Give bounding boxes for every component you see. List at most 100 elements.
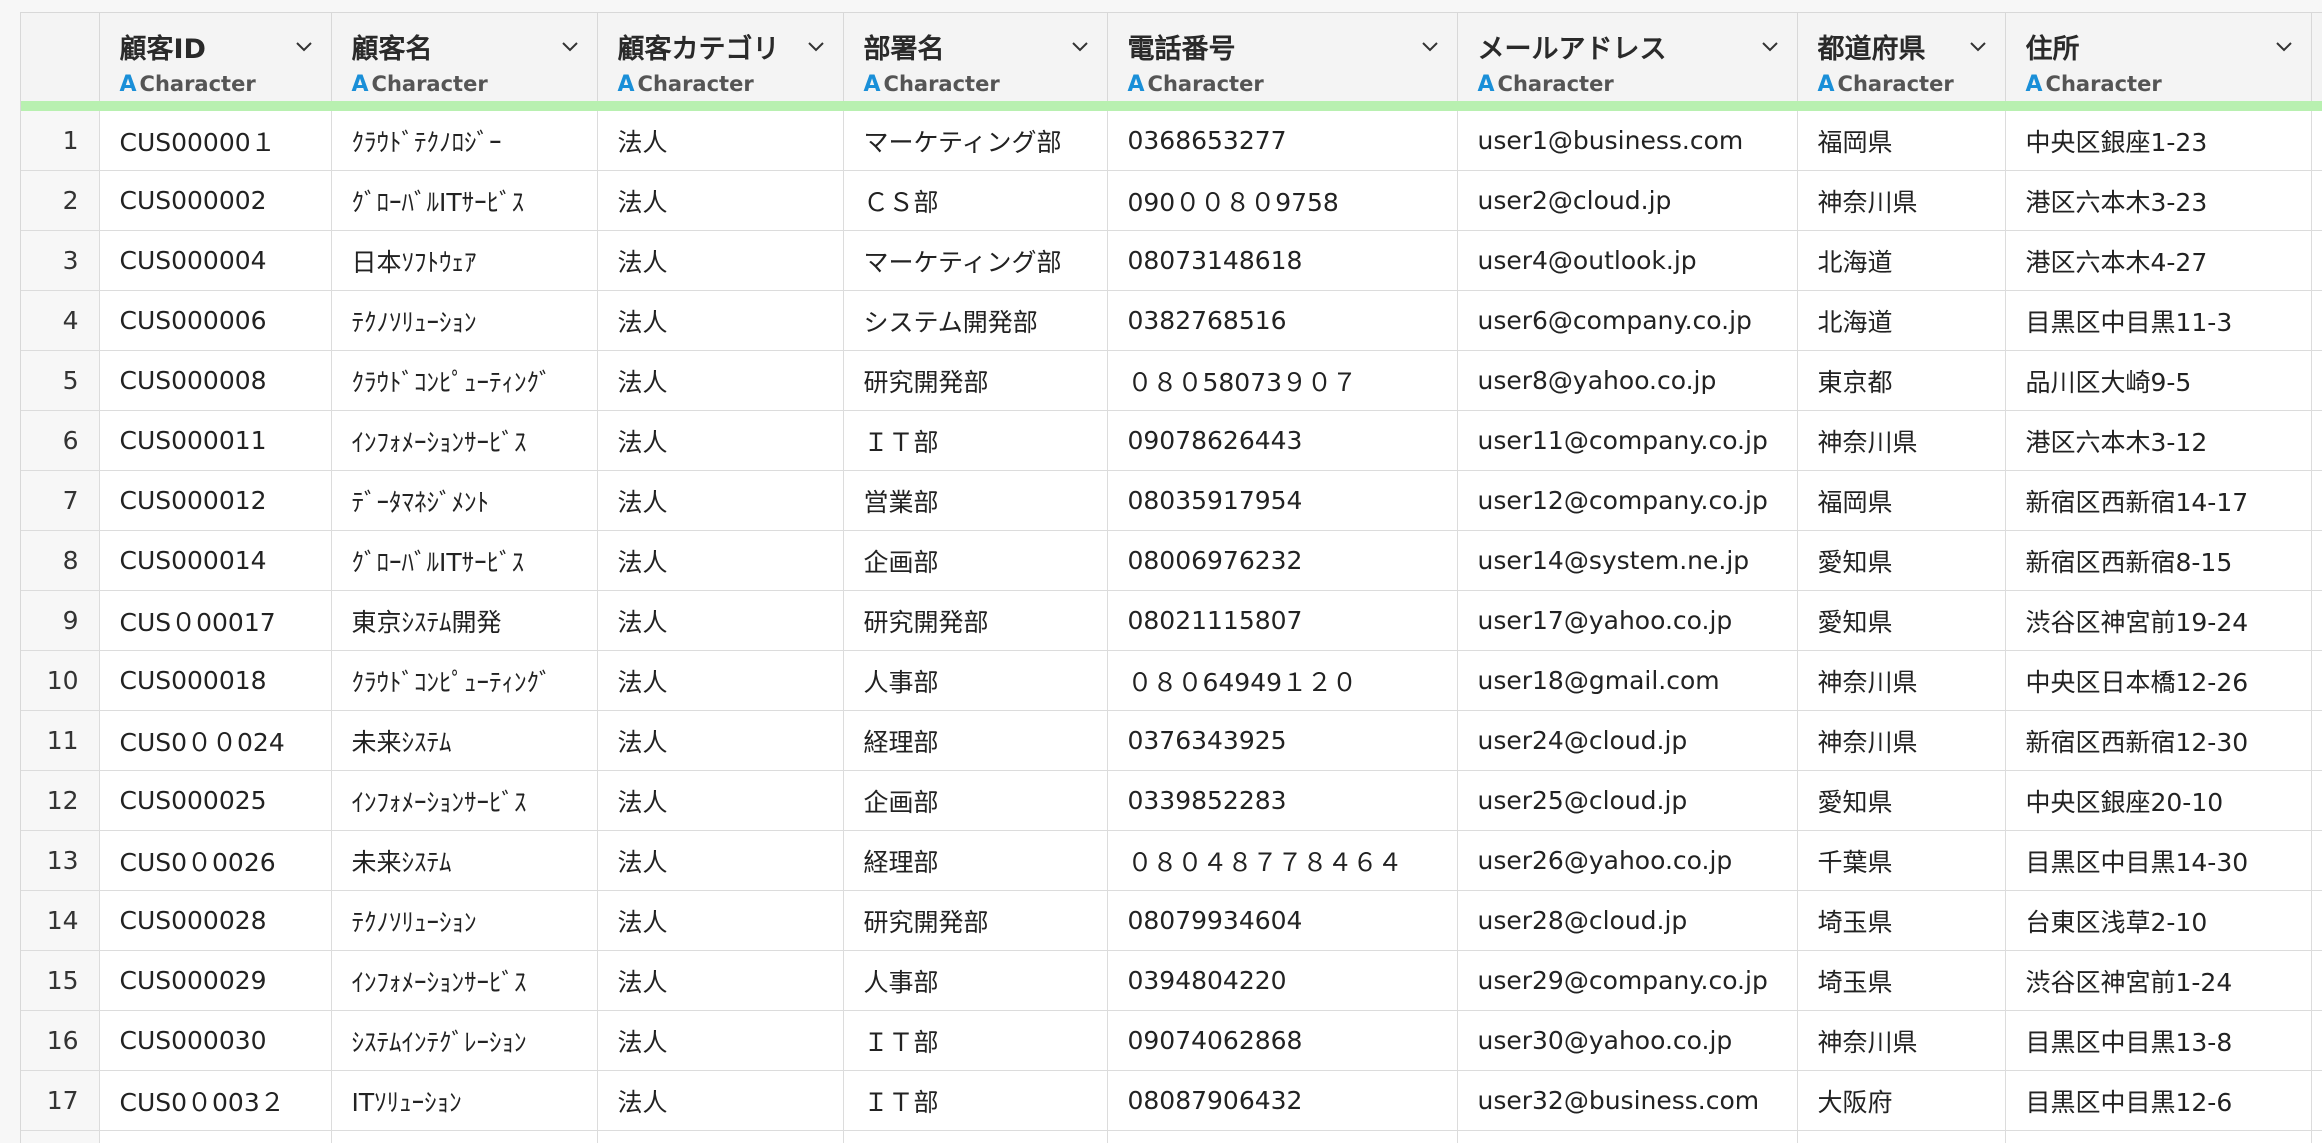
table-cell[interactable]: 08006976232 bbox=[1107, 531, 1457, 591]
table-cell[interactable]: 08087906432 bbox=[1107, 1071, 1457, 1131]
table-cell[interactable]: 埼玉県 bbox=[1797, 951, 2005, 1011]
table-cell[interactable]: 08035917954 bbox=[1107, 471, 1457, 531]
table-cell[interactable]: user24@cloud.jp bbox=[1457, 711, 1797, 771]
table-cell[interactable]: 0382768516 bbox=[1107, 291, 1457, 351]
chevron-down-icon[interactable] bbox=[293, 35, 315, 57]
table-cell[interactable] bbox=[331, 1131, 597, 1143]
table-cell[interactable]: user11@company.co.jp bbox=[1457, 411, 1797, 471]
table-cell[interactable]: 神奈川県 bbox=[1797, 711, 2005, 771]
table-cell[interactable]: ｸﾗｳﾄﾞｺﾝﾋﾟｭｰﾃｨﾝｸﾞ bbox=[331, 351, 597, 411]
table-cell[interactable]: 0368653277 bbox=[1107, 106, 1457, 171]
table-cell[interactable]: 研究開発部 bbox=[843, 351, 1107, 411]
table-cell[interactable]: 新宿区西新宿8-15 bbox=[2005, 531, 2311, 591]
table-row[interactable]: 14CUS000028ﾃｸﾉｿﾘｭｰｼｮﾝ法人研究開発部08079934604u… bbox=[21, 891, 2322, 951]
table-cell[interactable]: CUS000018 bbox=[99, 651, 331, 711]
table-cell[interactable]: 愛知県 bbox=[1797, 531, 2005, 591]
table-cell[interactable]: ｸﾗｳﾄﾞﾃｸﾉﾛｼﾞｰ bbox=[331, 106, 597, 171]
table-cell[interactable]: 北海道 bbox=[1797, 231, 2005, 291]
table-cell[interactable]: 法人 bbox=[597, 291, 843, 351]
table-cell[interactable]: CUS000012 bbox=[99, 471, 331, 531]
table-row[interactable]: 10CUS000018ｸﾗｳﾄﾞｺﾝﾋﾟｭｰﾃｨﾝｸﾞ法人人事部０８０64949… bbox=[21, 651, 2322, 711]
table-cell[interactable]: 09078626443 bbox=[1107, 411, 1457, 471]
table-cell[interactable]: 台東区浅草2-10 bbox=[2005, 891, 2311, 951]
column-header-partial[interactable] bbox=[2311, 13, 2322, 106]
table-cell[interactable]: 神奈川県 bbox=[1797, 651, 2005, 711]
table-cell[interactable]: ｼｽﾃﾑｲﾝﾃｸﾞﾚｰｼｮﾝ bbox=[331, 1011, 597, 1071]
table-cell[interactable]: 企画部 bbox=[843, 531, 1107, 591]
table-cell[interactable]: 法人 bbox=[597, 831, 843, 891]
table-cell[interactable]: 中央区銀座20-10 bbox=[2005, 771, 2311, 831]
table-cell[interactable]: 東京ｼｽﾃﾑ開発 bbox=[331, 591, 597, 651]
table-cell[interactable]: ﾃｸﾉｿﾘｭｰｼｮﾝ bbox=[331, 891, 597, 951]
table-cell[interactable]: 法人 bbox=[597, 951, 843, 1011]
table-cell[interactable]: 経理部 bbox=[843, 711, 1107, 771]
table-row[interactable]: 17CUS0０003２ITｿﾘｭｰｼｮﾝ法人ＩＴ部08087906432user… bbox=[21, 1071, 2322, 1131]
table-cell-partial[interactable] bbox=[2311, 771, 2322, 831]
table-cell[interactable]: ｲﾝﾌｫﾒｰｼｮﾝｻｰﾋﾞｽ bbox=[331, 771, 597, 831]
table-cell[interactable]: 法人 bbox=[597, 351, 843, 411]
table-cell[interactable]: user17@yahoo.co.jp bbox=[1457, 591, 1797, 651]
chevron-down-icon[interactable] bbox=[1759, 35, 1781, 57]
table-cell[interactable]: 法人 bbox=[597, 711, 843, 771]
table-cell[interactable]: CUS000014 bbox=[99, 531, 331, 591]
table-cell[interactable]: CUS000008 bbox=[99, 351, 331, 411]
table-cell[interactable]: 研究開発部 bbox=[843, 891, 1107, 951]
table-row[interactable]: 3CUS000004日本ｿﾌﾄｳｪｱ法人マーケティング部08073148618u… bbox=[21, 231, 2322, 291]
table-cell[interactable]: CUS00000１ bbox=[99, 106, 331, 171]
chevron-down-icon[interactable] bbox=[1967, 35, 1989, 57]
table-cell[interactable]: ﾃﾞｰﾀﾏﾈｼﾞﾒﾝﾄ bbox=[331, 471, 597, 531]
table-cell[interactable]: 目黒区中目黒12-6 bbox=[2005, 1071, 2311, 1131]
table-row[interactable]: 8CUS000014ｸﾞﾛｰﾊﾞﾙITｻｰﾋﾞｽ法人企画部08006976232… bbox=[21, 531, 2322, 591]
table-cell[interactable]: 法人 bbox=[597, 106, 843, 171]
table-cell[interactable]: 神奈川県 bbox=[1797, 411, 2005, 471]
table-cell-partial[interactable] bbox=[2311, 891, 2322, 951]
table-cell[interactable]: ｸﾗｳﾄﾞｺﾝﾋﾟｭｰﾃｨﾝｸﾞ bbox=[331, 651, 597, 711]
table-row[interactable] bbox=[21, 1131, 2322, 1143]
table-cell[interactable]: 神奈川県 bbox=[1797, 171, 2005, 231]
table-row[interactable]: 4CUS000006ﾃｸﾉｿﾘｭｰｼｮﾝ法人システム開発部0382768516u… bbox=[21, 291, 2322, 351]
table-cell[interactable]: 法人 bbox=[597, 531, 843, 591]
table-row[interactable]: 9CUS０00017東京ｼｽﾃﾑ開発法人研究開発部08021115807user… bbox=[21, 591, 2322, 651]
table-cell[interactable]: user4@outlook.jp bbox=[1457, 231, 1797, 291]
table-cell[interactable]: ｲﾝﾌｫﾒｰｼｮﾝｻｰﾋﾞｽ bbox=[331, 951, 597, 1011]
table-cell[interactable]: 未来ｼｽﾃﾑ bbox=[331, 711, 597, 771]
table-cell[interactable]: 法人 bbox=[597, 231, 843, 291]
table-cell[interactable]: ｲﾝﾌｫﾒｰｼｮﾝｻｰﾋﾞｽ bbox=[331, 411, 597, 471]
table-cell[interactable]: 目黒区中目黒14-30 bbox=[2005, 831, 2311, 891]
table-cell-partial[interactable] bbox=[2311, 106, 2322, 171]
table-cell[interactable]: user25@cloud.jp bbox=[1457, 771, 1797, 831]
table-cell[interactable]: 愛知県 bbox=[1797, 591, 2005, 651]
table-cell[interactable]: 09074062868 bbox=[1107, 1011, 1457, 1071]
table-cell[interactable]: 渋谷区神宮前19-24 bbox=[2005, 591, 2311, 651]
table-row[interactable]: 11CUS0００024未来ｼｽﾃﾑ法人経理部0376343925user24@c… bbox=[21, 711, 2322, 771]
table-row[interactable]: 16CUS000030ｼｽﾃﾑｲﾝﾃｸﾞﾚｰｼｮﾝ法人ＩＴ部0907406286… bbox=[21, 1011, 2322, 1071]
table-cell[interactable]: user32@business.com bbox=[1457, 1071, 1797, 1131]
table-cell[interactable]: CUS０00017 bbox=[99, 591, 331, 651]
column-header[interactable]: 顧客カテゴリACharacter bbox=[597, 13, 843, 106]
table-cell[interactable]: 新宿区西新宿12-30 bbox=[2005, 711, 2311, 771]
table-row[interactable]: 2CUS000002ｸﾞﾛｰﾊﾞﾙITｻｰﾋﾞｽ法人ＣＳ部090００８０9758… bbox=[21, 171, 2322, 231]
column-header[interactable]: 顧客IDACharacter bbox=[99, 13, 331, 106]
table-row[interactable]: 1CUS00000１ｸﾗｳﾄﾞﾃｸﾉﾛｼﾞｰ法人マーケティング部03686532… bbox=[21, 106, 2322, 171]
table-cell-partial[interactable] bbox=[2311, 651, 2322, 711]
table-cell[interactable]: ＣＳ部 bbox=[843, 171, 1107, 231]
table-cell[interactable]: 0394804220 bbox=[1107, 951, 1457, 1011]
table-cell[interactable]: 港区六本木3-12 bbox=[2005, 411, 2311, 471]
table-cell[interactable]: user29@company.co.jp bbox=[1457, 951, 1797, 1011]
table-row[interactable]: 13CUS0０0026未来ｼｽﾃﾑ法人経理部０８０４８７７８４６４user26@… bbox=[21, 831, 2322, 891]
table-cell[interactable]: 法人 bbox=[597, 471, 843, 531]
table-cell[interactable]: 法人 bbox=[597, 1011, 843, 1071]
table-cell-partial[interactable] bbox=[2311, 831, 2322, 891]
table-cell[interactable]: 0339852283 bbox=[1107, 771, 1457, 831]
table-cell[interactable]: 法人 bbox=[597, 651, 843, 711]
table-cell-partial[interactable] bbox=[2311, 171, 2322, 231]
table-cell-partial[interactable] bbox=[2311, 291, 2322, 351]
column-header[interactable]: 顧客名ACharacter bbox=[331, 13, 597, 106]
table-cell[interactable] bbox=[99, 1131, 331, 1143]
table-cell[interactable]: 神奈川県 bbox=[1797, 1011, 2005, 1071]
table-cell[interactable]: 北海道 bbox=[1797, 291, 2005, 351]
table-cell[interactable]: CUS000030 bbox=[99, 1011, 331, 1071]
table-cell[interactable]: 法人 bbox=[597, 411, 843, 471]
table-cell-partial[interactable] bbox=[2311, 531, 2322, 591]
table-cell[interactable]: 目黒区中目黒11-3 bbox=[2005, 291, 2311, 351]
